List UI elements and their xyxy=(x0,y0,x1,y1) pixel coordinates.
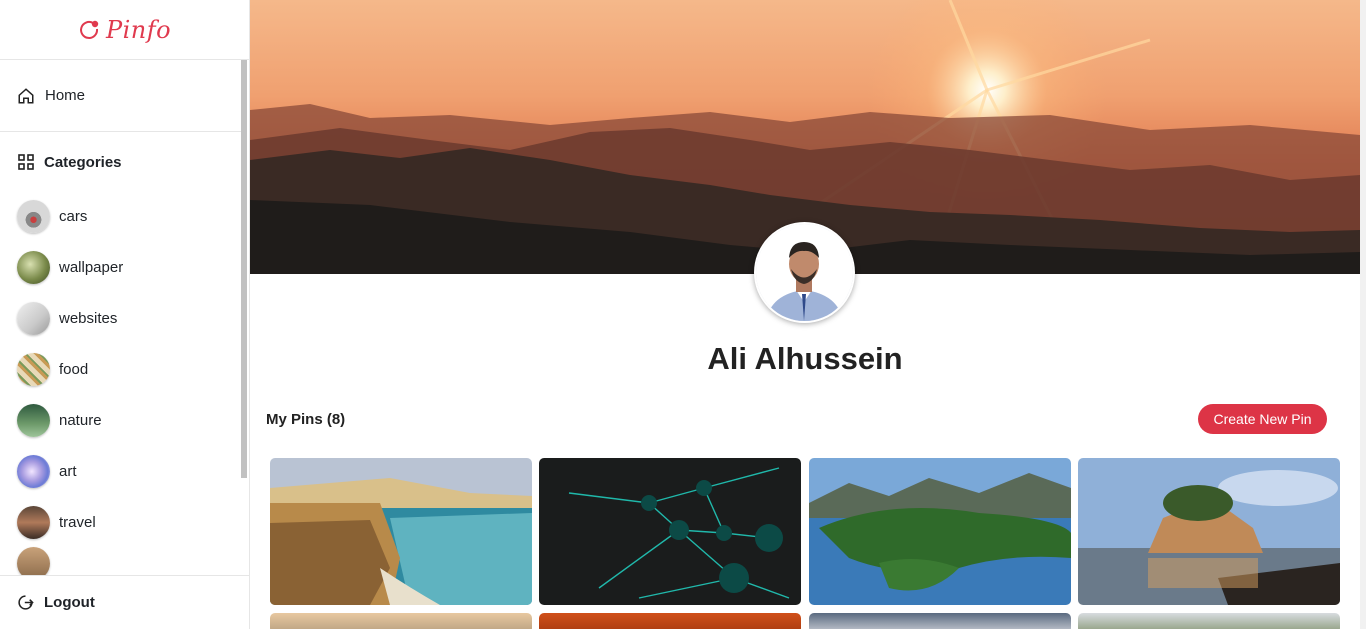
sidebar-scrollbar[interactable] xyxy=(241,60,248,558)
sidebar-item-home[interactable]: Home xyxy=(0,60,243,132)
pin-card[interactable] xyxy=(539,613,801,629)
sidebar-item-label: travel xyxy=(59,514,96,531)
sidebar-item-cars[interactable]: cars xyxy=(0,191,250,242)
sidebar-item-label: art xyxy=(59,463,77,480)
pin-card[interactable] xyxy=(1078,458,1340,605)
pin-card[interactable] xyxy=(270,458,532,605)
home-icon xyxy=(18,87,34,103)
sidebar-item-wallpaper[interactable]: wallpaper xyxy=(0,242,250,293)
logout-label: Logout xyxy=(44,594,95,611)
food-thumbnail xyxy=(17,353,50,386)
sidebar-item-websites[interactable]: websites xyxy=(0,293,250,344)
logo[interactable]: Pinfo xyxy=(78,16,171,44)
pin-card[interactable] xyxy=(270,613,532,629)
sidebar-scrollbar-thumb[interactable] xyxy=(241,60,247,478)
pin-card[interactable] xyxy=(809,613,1071,629)
pin-logo-icon xyxy=(80,20,99,39)
page-scrollbar[interactable] xyxy=(1360,0,1366,629)
partial-thumbnail xyxy=(17,546,50,575)
person-portrait-icon xyxy=(756,224,853,321)
sidebar-item-label: cars xyxy=(59,208,88,225)
logo-area[interactable]: Pinfo xyxy=(0,0,249,60)
sidebar-item-travel[interactable]: travel xyxy=(0,497,250,548)
sidebar-scroll-area: Home Categories cars wallpaper websites xyxy=(0,60,250,575)
pin-card[interactable] xyxy=(809,458,1071,605)
art-thumbnail xyxy=(17,455,50,488)
sidebar-item-label: nature xyxy=(59,412,102,429)
sidebar-item-nature[interactable]: nature xyxy=(0,395,250,446)
profile-name: Ali Alhussein xyxy=(707,341,903,376)
grid-icon xyxy=(18,154,34,170)
sidebar-item-art[interactable]: art xyxy=(0,446,250,497)
pins-count-heading: My Pins (8) xyxy=(266,411,346,428)
profile-avatar xyxy=(754,222,855,323)
sidebar-item-partial[interactable] xyxy=(0,546,250,575)
logo-text: Pinfo xyxy=(105,15,172,44)
app-root: Pinfo Home Categories cars wallpaper web… xyxy=(0,0,1366,629)
logout-button[interactable]: Logout xyxy=(0,575,249,629)
profile-main: Ali Alhussein My Pins (8) Create New Pin xyxy=(250,0,1366,629)
categories-heading: Categories xyxy=(0,133,250,191)
nature-thumbnail xyxy=(17,404,50,437)
sidebar-item-label: Home xyxy=(45,87,86,104)
create-new-pin-button[interactable]: Create New Pin xyxy=(1198,404,1327,434)
categories-title: Categories xyxy=(44,153,122,171)
sidebar-item-label: food xyxy=(59,361,89,378)
sidebar-item-label: wallpaper xyxy=(59,259,124,276)
pin-card[interactable] xyxy=(1078,613,1340,629)
sidebar: Pinfo Home Categories cars wallpaper web… xyxy=(0,0,250,629)
travel-thumbnail xyxy=(17,506,50,539)
pin-card[interactable] xyxy=(539,458,801,605)
sidebar-item-label: websites xyxy=(59,310,118,327)
websites-thumbnail xyxy=(17,302,50,335)
logout-icon xyxy=(18,595,34,610)
cars-thumbnail xyxy=(17,200,50,233)
sidebar-item-food[interactable]: food xyxy=(0,344,250,395)
wallpaper-thumbnail xyxy=(17,251,50,284)
